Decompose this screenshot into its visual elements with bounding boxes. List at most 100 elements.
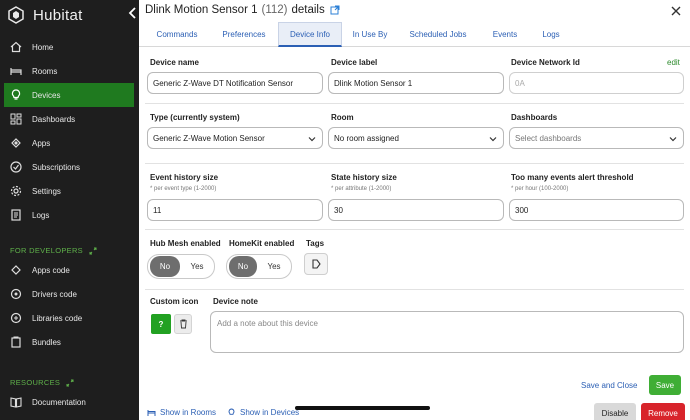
remove-icon-button[interactable]: [174, 314, 192, 334]
tag-icon: [312, 259, 321, 269]
hub-mesh-label: Hub Mesh enabled: [150, 239, 221, 248]
alert-threshold-label: Too many events alert threshold: [511, 173, 634, 182]
device-label-label: Device label: [331, 58, 378, 67]
home-indicator: [295, 406, 430, 410]
sidebar-item-home[interactable]: Home: [4, 35, 134, 59]
resources-heading-label: RESOURCES: [10, 378, 61, 387]
state-history-field[interactable]: 30: [328, 199, 504, 221]
sidebar-item-label: Documentation: [32, 397, 86, 407]
hub-mesh-no-option[interactable]: No: [150, 256, 180, 277]
check-circle-icon: [10, 161, 22, 173]
sidebar-item-rooms[interactable]: Rooms: [4, 59, 134, 83]
home-icon: [10, 41, 22, 53]
brand[interactable]: Hubitat: [8, 4, 83, 26]
tab-device-info[interactable]: Device Info: [278, 22, 342, 47]
device-note-textarea[interactable]: Add a note about this device: [210, 311, 684, 353]
event-history-hint: * per event type (1-2000): [150, 186, 217, 192]
chevron-down-icon: [489, 137, 497, 142]
state-history-hint: * per attribute (1-2000): [331, 186, 392, 192]
tab-logs[interactable]: Logs: [532, 22, 570, 47]
room-label: Room: [331, 113, 354, 122]
collapse-sidebar-icon[interactable]: [128, 6, 138, 20]
tab-preferences[interactable]: Preferences: [211, 22, 277, 47]
sidebar-item-documentation[interactable]: Documentation: [4, 390, 134, 414]
device-details-panel: Dlink Motion Sensor 1 (112) details Comm…: [139, 0, 690, 420]
title-suffix: details: [291, 4, 325, 16]
alert-threshold-hint: * per hour (100-2000): [511, 186, 569, 192]
tab-commands[interactable]: Commands: [145, 22, 209, 47]
edit-network-id-link[interactable]: edit: [667, 58, 680, 67]
tab-in-use-by[interactable]: In Use By: [344, 22, 396, 47]
disable-button[interactable]: Disable: [594, 403, 636, 420]
show-in-devices-label: Show in Devices: [240, 408, 300, 417]
logs-icon: [11, 209, 21, 221]
tags-label: Tags: [306, 239, 325, 248]
device-id: (112): [261, 4, 288, 16]
alert-threshold-field[interactable]: 300: [509, 199, 684, 221]
page-title: Dlink Motion Sensor 1 (112) details: [145, 2, 340, 18]
gear-icon: [10, 185, 22, 197]
resources-heading[interactable]: RESOURCES: [10, 378, 74, 387]
hub-mesh-yes-option[interactable]: Yes: [180, 262, 214, 271]
sidebar-item-subscriptions[interactable]: Subscriptions: [4, 155, 134, 179]
close-icon[interactable]: [671, 6, 681, 16]
sidebar-item-label: Libraries code: [32, 313, 83, 323]
add-tag-button[interactable]: [304, 253, 328, 275]
dashboards-label: Dashboards: [511, 113, 558, 122]
device-label-field[interactable]: Dlink Motion Sensor 1: [328, 72, 504, 94]
apps-icon: [11, 138, 21, 148]
room-select[interactable]: No room assigned: [328, 127, 504, 149]
homekit-yes-option[interactable]: Yes: [257, 262, 291, 271]
type-label: Type (currently system): [150, 113, 240, 122]
app-name: Hubitat: [33, 6, 83, 24]
bulb-icon: [228, 408, 235, 415]
sidebar-item-logs[interactable]: Logs: [4, 203, 134, 227]
sidebar-item-drivers-code[interactable]: Drivers code: [4, 282, 134, 306]
sidebar-item-devices[interactable]: Devices: [4, 83, 134, 107]
hub-mesh-toggle[interactable]: No Yes: [147, 254, 215, 279]
custom-icon-button[interactable]: ?: [151, 314, 171, 334]
remove-button[interactable]: Remove: [641, 403, 685, 420]
sidebar-item-label: Devices: [32, 90, 61, 100]
homekit-label: HomeKit enabled: [229, 239, 295, 248]
network-id-label: Device Network Id: [511, 58, 580, 67]
save-and-close-button[interactable]: Save and Close: [581, 381, 637, 390]
type-select[interactable]: Generic Z-Wave Motion Sensor: [147, 127, 323, 149]
sidebar-item-apps-code[interactable]: Apps code: [4, 258, 134, 282]
chevron-down-icon: [669, 137, 677, 142]
section-divider: [145, 229, 684, 230]
device-name-field[interactable]: Generic Z-Wave DT Notification Sensor: [147, 72, 323, 94]
libraries-icon: [10, 312, 22, 324]
sidebar-item-settings[interactable]: Settings: [4, 179, 134, 203]
device-note-label: Device note: [213, 297, 258, 306]
sidebar-item-label: Bundles: [32, 337, 61, 347]
show-in-rooms-link[interactable]: Show in Rooms: [147, 408, 216, 417]
network-id-field: 0A: [509, 72, 684, 94]
tab-bar: Commands Preferences Device Info In Use …: [139, 22, 690, 47]
show-in-devices-link[interactable]: Show in Devices: [227, 408, 299, 417]
bulb-icon: [11, 89, 21, 100]
open-external-icon[interactable]: [330, 5, 340, 15]
sidebar-item-bundles[interactable]: Bundles: [4, 330, 134, 354]
tab-scheduled-jobs[interactable]: Scheduled Jobs: [398, 22, 478, 47]
state-history-label: State history size: [331, 173, 397, 182]
event-history-field[interactable]: 11: [147, 199, 323, 221]
dashboard-icon: [10, 113, 22, 125]
room-select-value: No room assigned: [334, 133, 399, 143]
dashboards-select[interactable]: Select dashboards: [509, 127, 684, 149]
sidebar-item-label: Settings: [32, 186, 61, 196]
type-select-value: Generic Z-Wave Motion Sensor: [153, 133, 265, 143]
sidebar-item-dashboards[interactable]: Dashboards: [4, 107, 134, 131]
tab-events[interactable]: Events: [480, 22, 530, 47]
sidebar-item-label: Home: [32, 42, 54, 52]
developers-heading[interactable]: FOR DEVELOPERS: [10, 246, 97, 255]
homekit-no-option[interactable]: No: [229, 256, 257, 277]
sidebar-item-apps[interactable]: Apps: [4, 131, 134, 155]
homekit-toggle[interactable]: No Yes: [226, 254, 292, 279]
section-divider: [145, 289, 684, 290]
drivers-icon: [10, 288, 22, 300]
save-button[interactable]: Save: [649, 375, 681, 395]
bundles-icon: [11, 336, 21, 348]
sidebar-item-libraries-code[interactable]: Libraries code: [4, 306, 134, 330]
bed-icon: [10, 68, 22, 75]
